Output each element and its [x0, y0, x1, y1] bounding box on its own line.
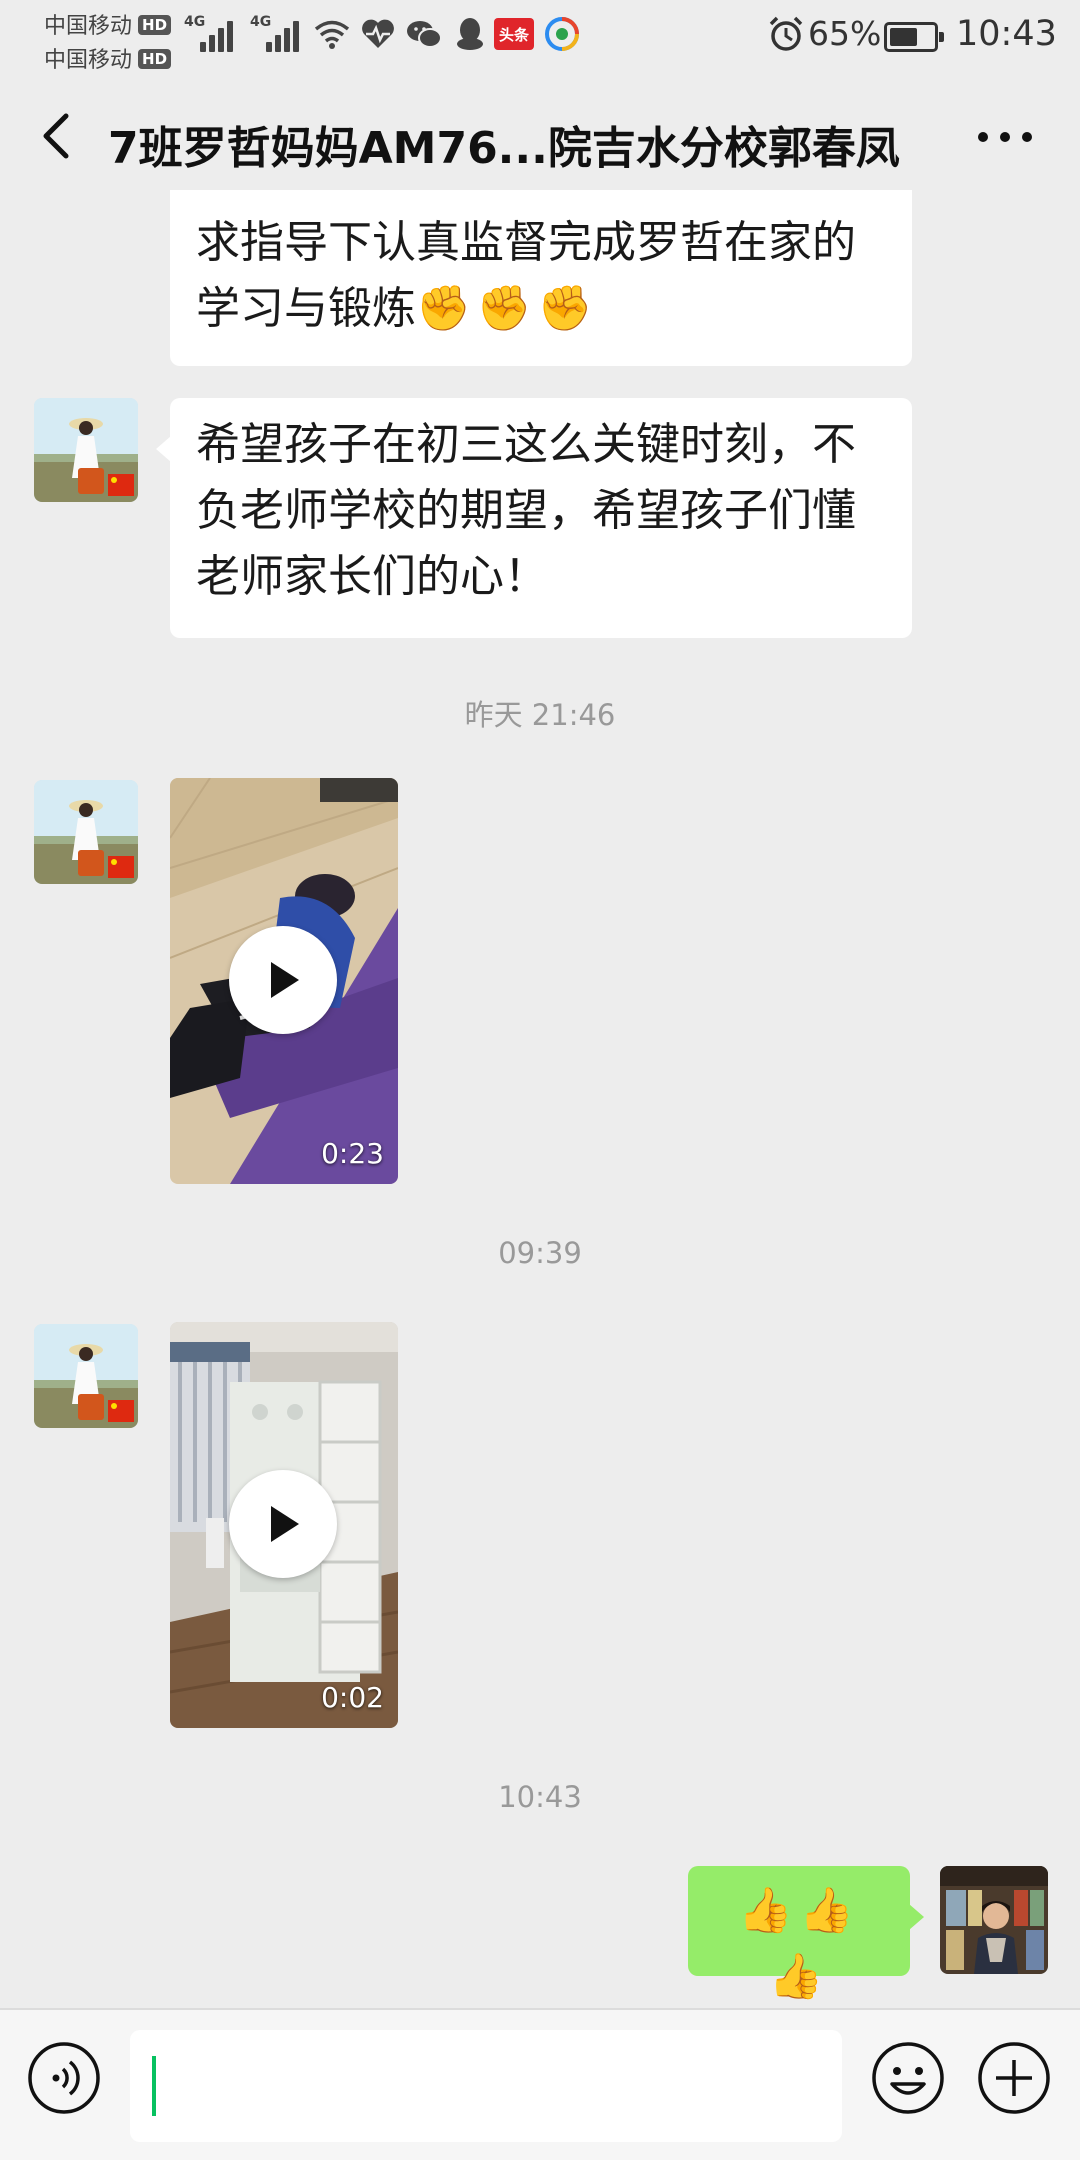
play-button[interactable]: [229, 926, 337, 1034]
message-input[interactable]: [130, 2030, 842, 2142]
plus-icon[interactable]: [976, 2040, 1052, 2116]
video-duration-1: 0:23: [321, 1137, 384, 1170]
battery-percent: 65%: [808, 14, 882, 53]
video-message-2[interactable]: 0:02: [170, 1322, 398, 1728]
play-icon: [271, 962, 299, 998]
status-bar: 中国移动 HD 中国移动 HD 4G 4G 头条 65% 10:43: [0, 0, 1080, 74]
more-icon[interactable]: [970, 112, 1040, 162]
play-icon: [271, 1506, 299, 1542]
back-arrow-icon[interactable]: [26, 106, 86, 166]
message-2-line-3: 老师家长们的心！: [196, 551, 548, 602]
voice-icon[interactable]: [26, 2040, 102, 2116]
wifi-icon: [314, 20, 350, 49]
thumbs-up-emoji: 👍👍👍: [738, 1885, 860, 2002]
chat-header: 7班罗哲妈妈AM76...院吉水分校郭春凤: [0, 72, 1080, 202]
message-1-line-1: 求指导下认真监督完成罗哲在家的: [196, 217, 856, 268]
video-duration-2: 0:02: [321, 1681, 384, 1714]
sender-avatar[interactable]: [34, 1324, 138, 1428]
my-message-bubble[interactable]: 👍👍👍: [688, 1866, 924, 2002]
timestamp-yesterday: 昨天 21:46: [464, 698, 616, 732]
input-bar: [0, 2008, 1080, 2160]
browser-icon: [545, 17, 579, 51]
chat-title: 7班罗哲妈妈AM76...院吉水分校郭春凤: [108, 123, 900, 174]
toutiao-icon: 头条: [494, 18, 534, 50]
sender-avatar[interactable]: [34, 398, 138, 502]
video-message-1[interactable]: 0:23: [170, 778, 398, 1184]
emoji-icon[interactable]: [870, 2040, 946, 2116]
carrier-name-1: 中国移动: [44, 14, 133, 39]
play-button[interactable]: [229, 1470, 337, 1578]
message-1-line-2: 学习与锻炼✊✊✊: [196, 276, 886, 342]
alarm-icon: [769, 16, 803, 51]
message-1-text: 学习与锻炼: [196, 283, 416, 334]
carrier-name-2: 中国移动: [44, 48, 133, 73]
timestamp-1043: 10:43: [498, 1780, 582, 1814]
text-cursor: [152, 2056, 156, 2116]
carrier-label-2: 中国移动 HD: [44, 42, 172, 74]
carrier-label-1: 中国移动 HD: [44, 8, 172, 40]
battery-fill: [890, 28, 917, 46]
message-bubble-2[interactable]: 希望孩子在初三这么关键时刻，不 负老师学校的期望，希望孩子们懂 老师家长们的心！: [156, 398, 912, 638]
battery-icon: [884, 22, 944, 52]
wechat-icon: [407, 21, 442, 48]
heart-rate-icon: [362, 19, 394, 48]
qq-icon: [457, 18, 483, 50]
hd-badge-1: HD: [138, 15, 172, 35]
message-bubble-1[interactable]: 求指导下认真监督完成罗哲在家的 学习与锻炼✊✊✊: [170, 190, 912, 366]
hd-badge-2: HD: [138, 49, 172, 69]
message-2-line-1: 希望孩子在初三这么关键时刻，不: [196, 419, 856, 470]
status-time: 10:43: [956, 14, 1057, 54]
timestamp-0939: 09:39: [498, 1236, 582, 1270]
message-2-line-2: 负老师学校的期望，希望孩子们懂: [196, 485, 856, 536]
fist-emoji: ✊✊✊: [416, 283, 599, 334]
my-avatar[interactable]: [940, 1866, 1048, 1974]
sender-avatar[interactable]: [34, 780, 138, 884]
